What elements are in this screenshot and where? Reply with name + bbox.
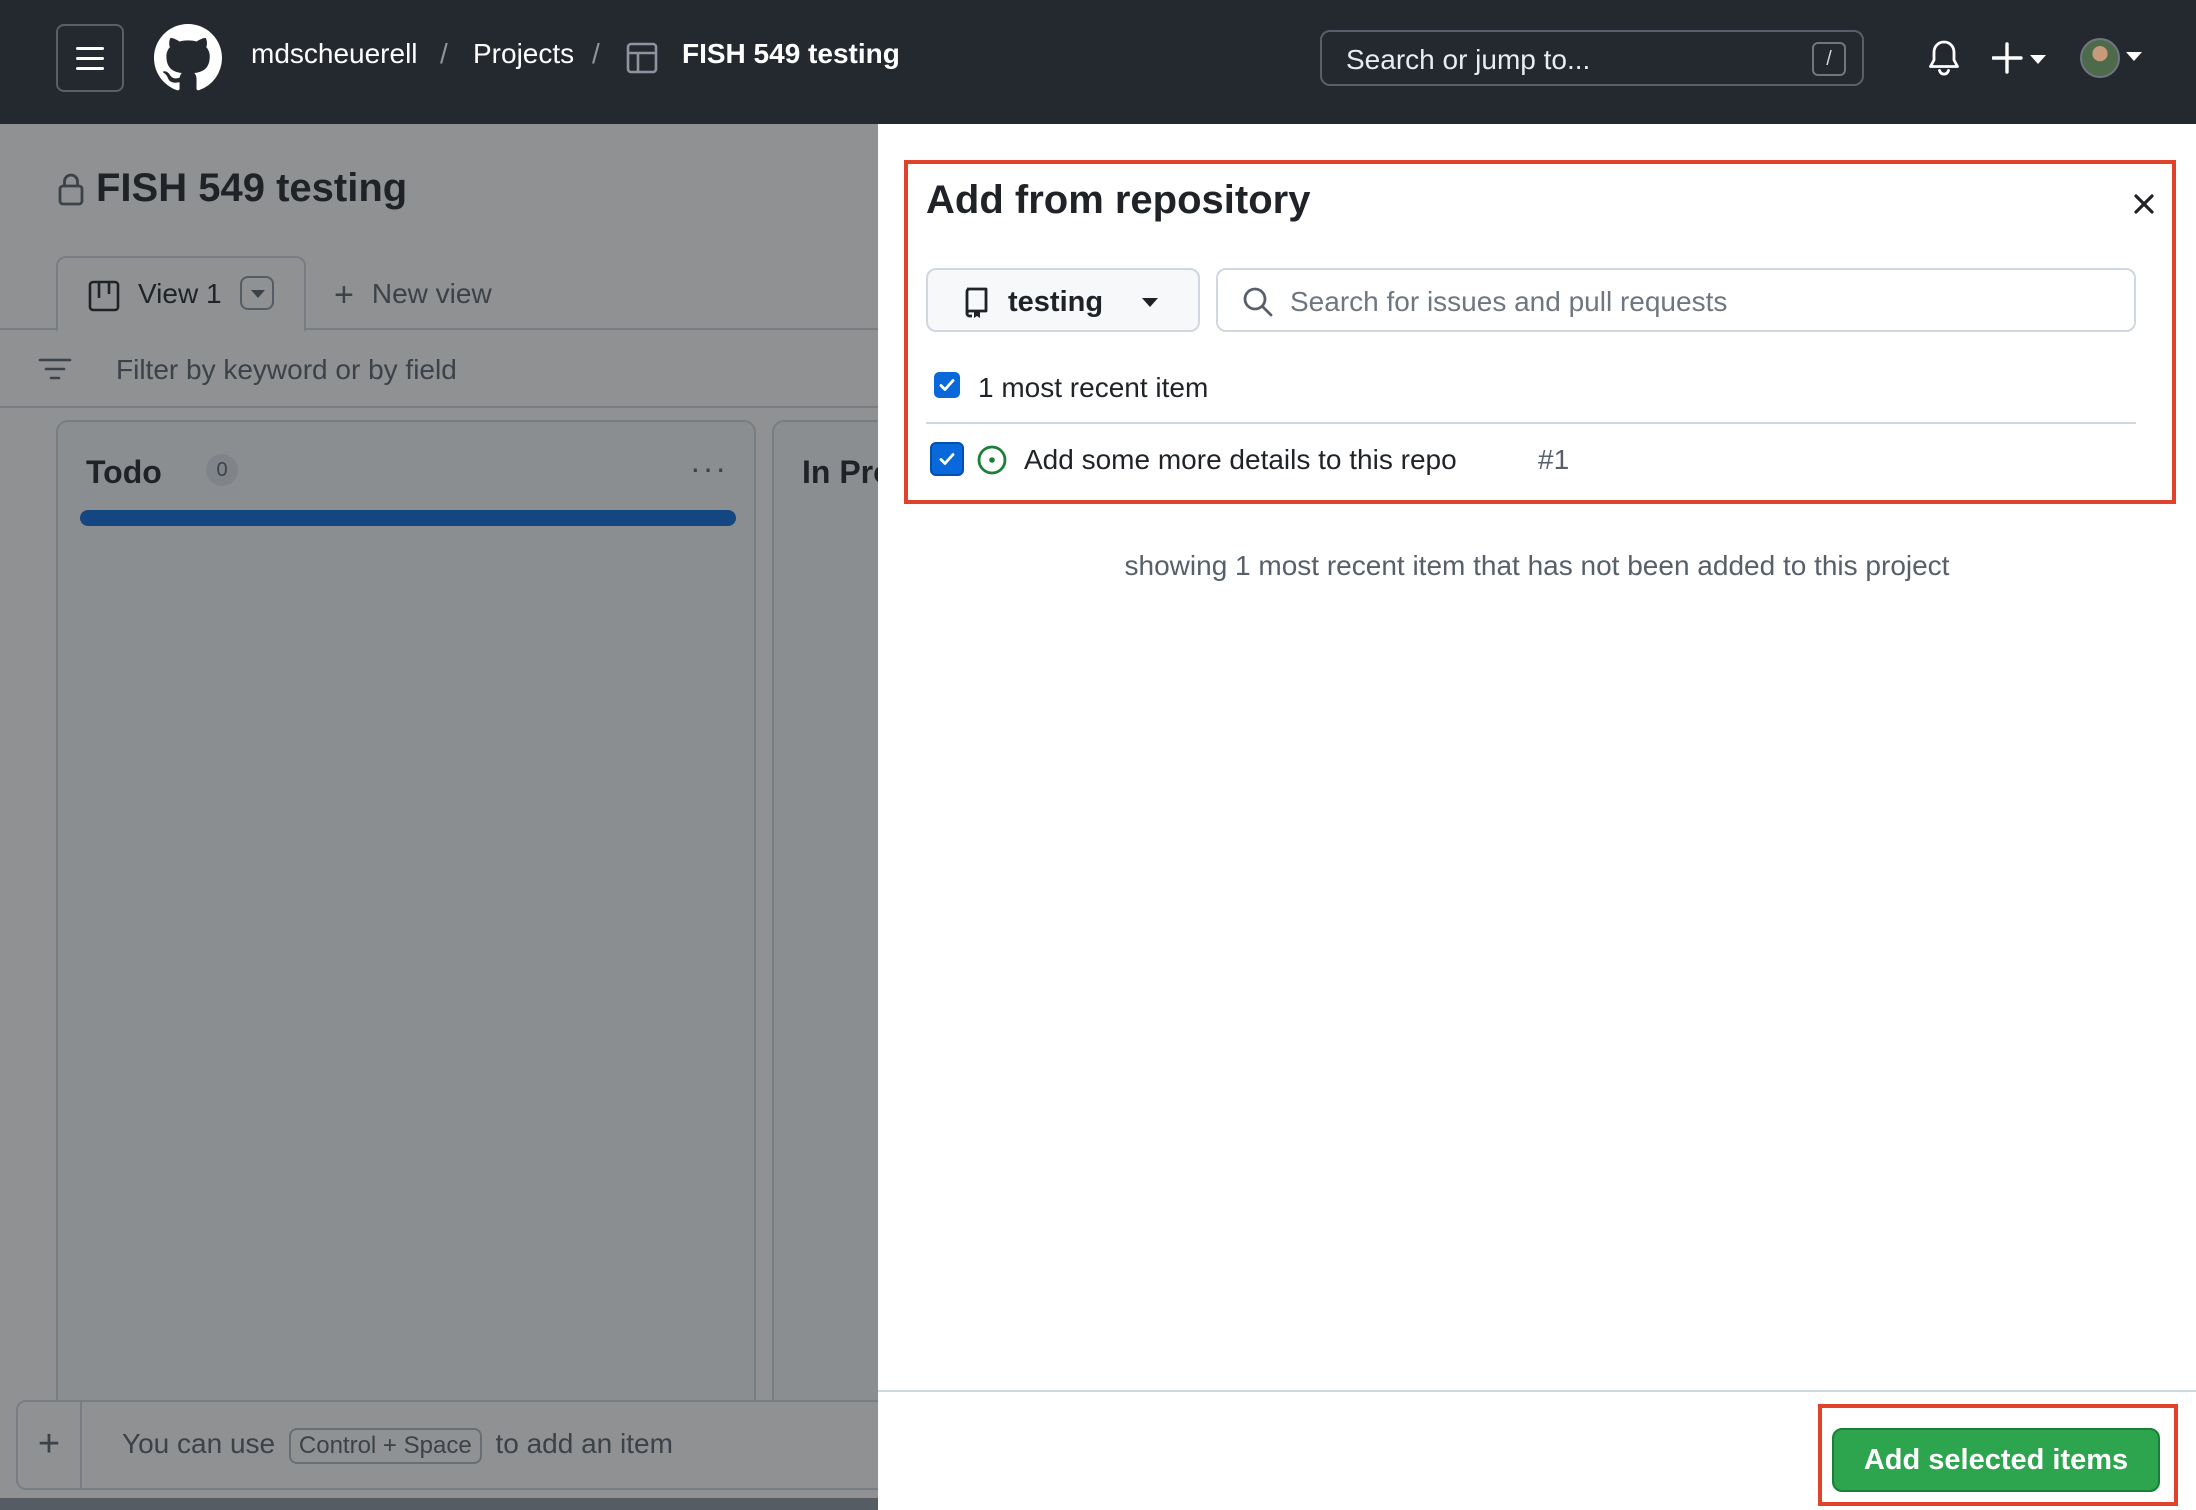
menu-icon [76,46,104,50]
search-shortcut-key: / [1812,42,1846,76]
breadcrumb-separator: / [440,38,448,69]
breadcrumb-separator: / [592,38,600,69]
global-search-placeholder: Search or jump to... [1346,44,1591,75]
bell-icon[interactable] [1926,38,1962,78]
table-icon [626,42,658,74]
highlight-box-repository-section [904,160,2176,504]
results-hint: showing 1 most recent item that has not … [1124,550,1950,581]
breadcrumb-owner[interactable]: mdscheuerell [251,38,418,70]
modal-backdrop[interactable] [0,124,878,1510]
create-new-plus-icon[interactable] [1992,36,2052,80]
breadcrumb-projects[interactable]: Projects [473,38,574,70]
highlight-box-add-button [1818,1404,2178,1506]
breadcrumb-project-name[interactable]: FISH 549 testing [682,38,900,70]
user-avatar[interactable] [2080,38,2120,78]
chevron-down-icon[interactable] [2126,52,2142,61]
menu-button[interactable] [56,24,124,92]
github-logo-icon[interactable] [154,24,222,92]
global-search-input[interactable]: Search or jump to... / [1320,30,1864,86]
global-header: mdscheuerell / Projects / FISH 549 testi… [0,0,2196,124]
